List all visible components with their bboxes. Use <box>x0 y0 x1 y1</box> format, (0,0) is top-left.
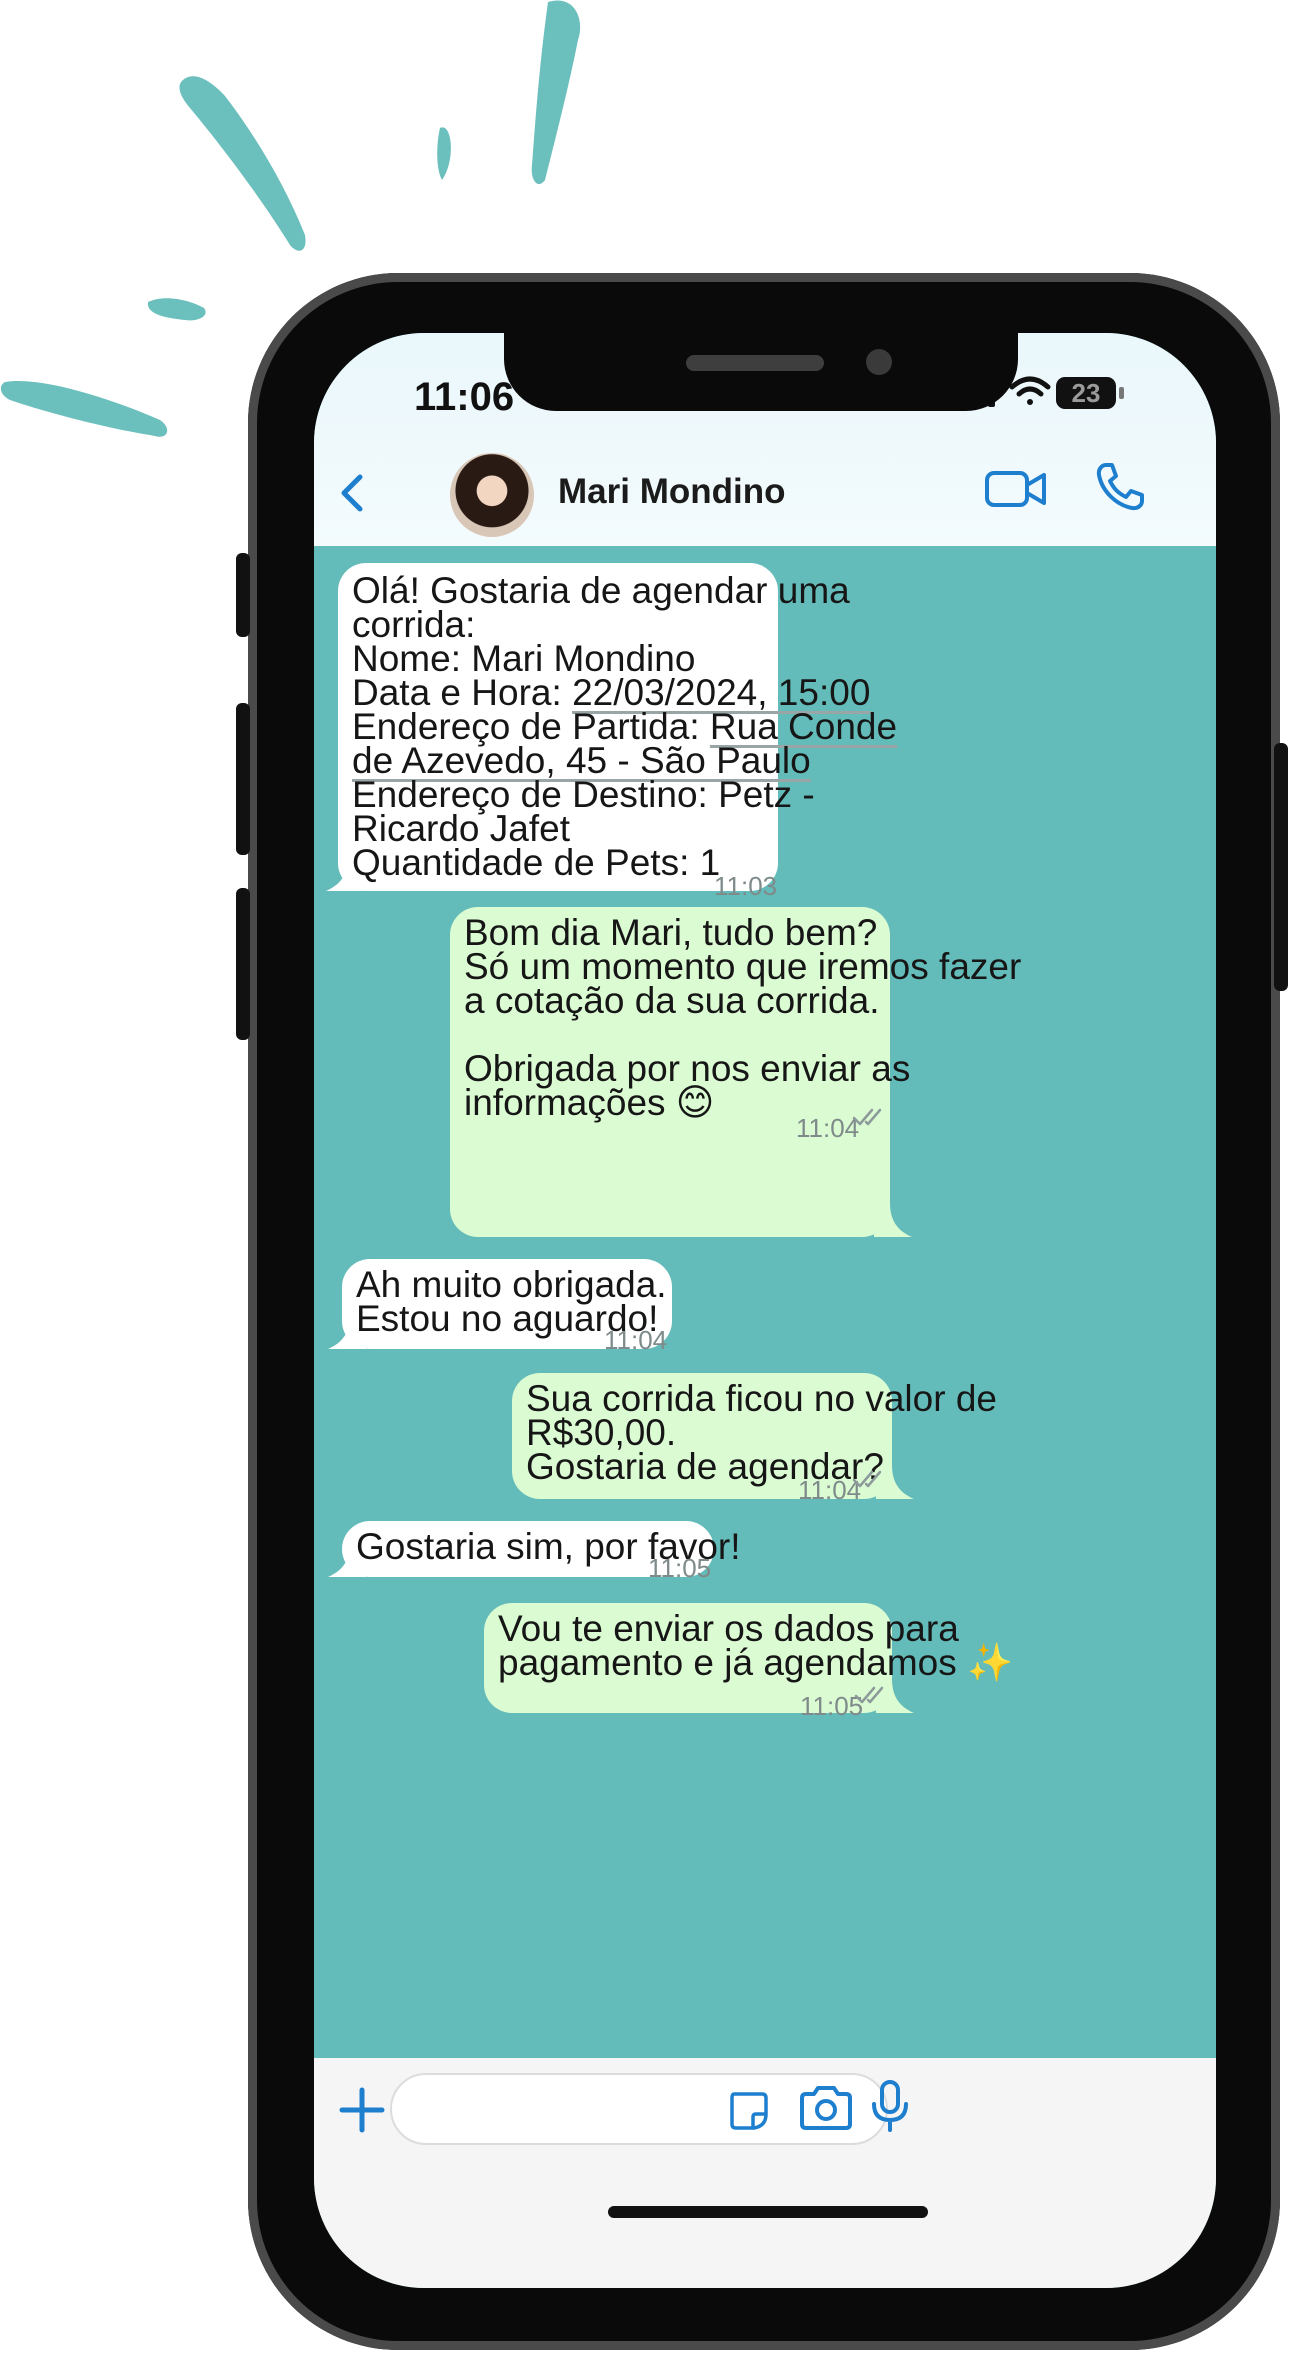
double-check-icon <box>852 1108 882 1126</box>
earpiece <box>686 355 824 371</box>
video-camera-icon[interactable] <box>984 465 1048 513</box>
microphone-icon[interactable] <box>870 2078 910 2134</box>
message-line: informações 😊 <box>464 1082 715 1123</box>
front-camera <box>866 349 892 375</box>
message-time: 11:05 <box>648 1553 712 1583</box>
outgoing-message[interactable]: Bom dia Mari, tudo bem? Só um momento qu… <box>450 907 1021 1237</box>
volume-up-button <box>236 703 250 855</box>
wifi-icon <box>1009 376 1051 405</box>
outgoing-message[interactable]: Sua corrida ficou no valor de R$30,00. G… <box>512 1373 997 1505</box>
home-indicator <box>608 2206 928 2218</box>
status-time: 11:06 <box>414 375 515 419</box>
message-time: 11:03 <box>714 871 778 901</box>
camera-icon[interactable] <box>798 2084 854 2132</box>
outgoing-message[interactable]: Vou te enviar os dados para pagamento e … <box>484 1603 1013 1721</box>
notch <box>504 333 1018 411</box>
message-line: Quantidade de Pets: 1 <box>352 842 721 883</box>
incoming-message[interactable]: Gostaria sim, por favor! 11:05 <box>342 1521 741 1583</box>
phone-frame: 11:06 23 Mari Mondino Olá! Gostaria de a… <box>236 273 1288 2350</box>
contact-name[interactable]: Mari Mondino <box>558 472 785 512</box>
double-check-icon <box>854 1686 884 1704</box>
chevron-left-icon[interactable] <box>326 463 386 523</box>
double-check-icon <box>852 1470 882 1488</box>
sticker-icon[interactable] <box>726 2088 770 2132</box>
message-time: 11:04 <box>604 1325 668 1355</box>
message-composer <box>314 2058 1216 2288</box>
volume-down-button <box>236 888 250 1040</box>
message-line: a cotação da sua corrida. <box>464 980 880 1021</box>
battery-tip <box>1119 387 1124 399</box>
message-line: pagamento e já agendamos ✨ <box>498 1642 1014 1683</box>
phone-screen: 11:06 23 Mari Mondino Olá! Gostaria de a… <box>314 333 1216 2288</box>
plus-icon[interactable] <box>334 2082 390 2138</box>
message-time: 11:04 <box>796 1113 860 1143</box>
avatar[interactable] <box>450 453 534 537</box>
silent-switch <box>236 553 250 637</box>
phone-icon[interactable] <box>1094 461 1146 513</box>
power-button <box>1274 743 1288 991</box>
incoming-message[interactable]: Ah muito obrigada. Estou no aguardo! 11:… <box>342 1259 672 1355</box>
incoming-message[interactable]: Olá! Gostaria de agendar uma corrida: No… <box>338 563 897 901</box>
battery-icon: 23 <box>1056 377 1116 409</box>
